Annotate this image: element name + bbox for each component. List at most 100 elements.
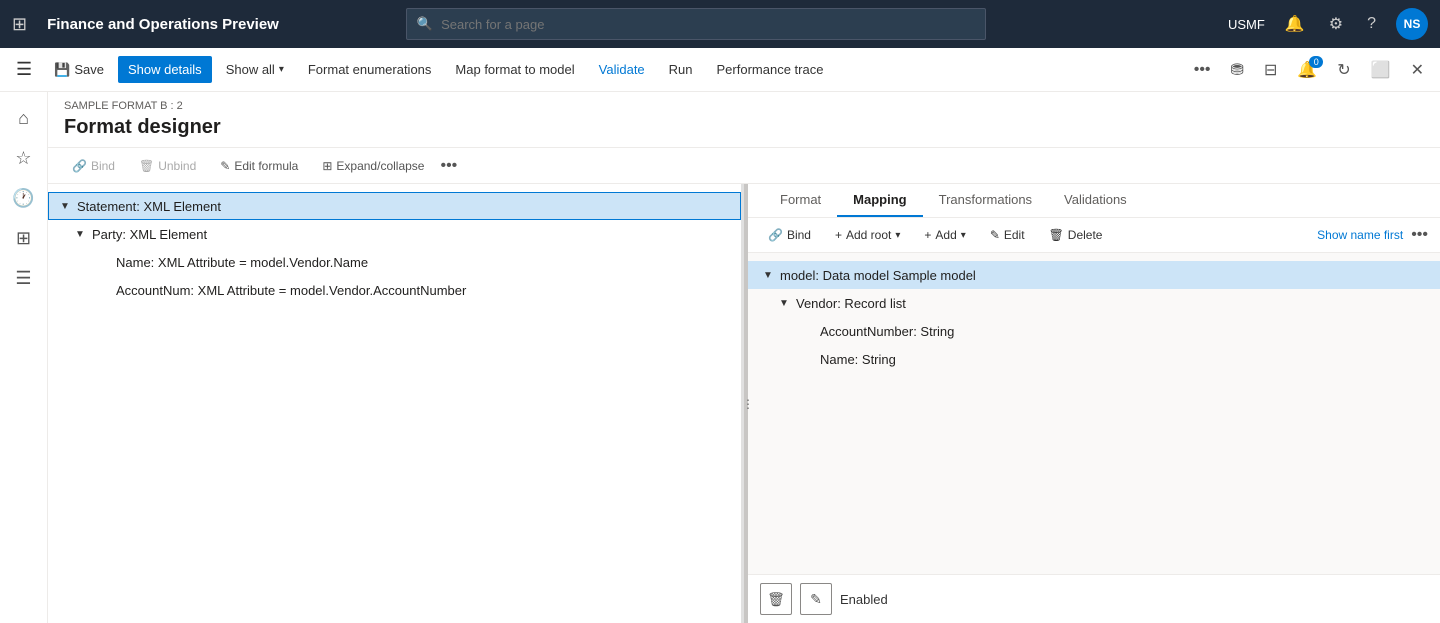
delete-button[interactable]: 🗑 Delete	[1041, 224, 1111, 246]
notification-count: 0	[1309, 56, 1323, 68]
delete-trash-icon: 🗑	[1049, 228, 1064, 242]
command-bar: ☰ 💾 Save Show details Show all ▾ Format …	[0, 48, 1440, 92]
open-new-button[interactable]: ⬜	[1363, 54, 1399, 86]
add-root-plus-icon: +	[835, 228, 842, 242]
tab-mapping[interactable]: Mapping	[837, 184, 922, 217]
app-title: Finance and Operations Preview	[47, 16, 279, 33]
enabled-label: Enabled	[840, 592, 888, 607]
close-button[interactable]: ✕	[1403, 54, 1432, 86]
page-header: SAMPLE FORMAT B : 2 Format designer	[48, 92, 1440, 148]
run-button[interactable]: Run	[659, 56, 703, 83]
search-icon: 🔍	[417, 16, 433, 32]
unbind-icon: 🗑	[139, 159, 154, 173]
designer-toolbar: 🔗 Bind 🗑 Unbind ✎ Edit formula ⊞ Expand/…	[48, 148, 1440, 184]
tab-transformations[interactable]: Transformations	[923, 184, 1048, 217]
show-name-first-button[interactable]: Show name first	[1317, 228, 1403, 242]
app-grid-icon[interactable]: ⊞	[12, 14, 27, 35]
model-node-vendor[interactable]: ▼ Vendor: Record list	[748, 289, 1440, 317]
edit-formula-button[interactable]: ✎ Edit formula	[212, 155, 306, 177]
bottom-delete-button[interactable]: 🗑	[760, 583, 792, 615]
tree-node-statement[interactable]: ▼ Statement: XML Element	[48, 192, 741, 220]
sidebar-item-list[interactable]: ☰	[6, 260, 42, 296]
edit-button[interactable]: ✎ Edit	[982, 224, 1033, 246]
party-label: Party: XML Element	[92, 227, 207, 242]
format-tree-pane: ▼ Statement: XML Element ▼ Party: XML El…	[48, 184, 744, 623]
save-icon: 💾	[54, 62, 70, 78]
hamburger-icon[interactable]: ☰	[8, 55, 40, 84]
map-format-to-model-button[interactable]: Map format to model	[445, 56, 584, 83]
mapping-bind-button[interactable]: 🔗 Bind	[760, 224, 819, 246]
content-area: SAMPLE FORMAT B : 2 Format designer 🔗 Bi…	[48, 92, 1440, 623]
show-details-button[interactable]: Show details	[118, 56, 212, 83]
mapping-more-button[interactable]: •••	[1411, 226, 1428, 244]
model-node-name[interactable]: ▶ Name: String	[748, 345, 1440, 373]
split-pane: ▼ Statement: XML Element ▼ Party: XML El…	[48, 184, 1440, 623]
save-button[interactable]: 💾 Save	[44, 56, 114, 84]
help-icon-button[interactable]: ?	[1363, 11, 1380, 37]
org-label: USMF	[1228, 17, 1265, 32]
statement-expand-icon[interactable]: ▼	[57, 198, 73, 214]
notification-badge-button[interactable]: 🔔 0	[1289, 54, 1325, 86]
sidebar-item-favorites[interactable]: ☆	[6, 140, 42, 176]
name-label: Name: XML Attribute = model.Vendor.Name	[116, 255, 368, 270]
mapping-toolbar: 🔗 Bind + Add root ▾ + Add ▾ ✎	[748, 218, 1440, 253]
settings-icon-button[interactable]: ⚙	[1325, 10, 1347, 38]
model-node-root[interactable]: ▼ model: Data model Sample model	[748, 261, 1440, 289]
tab-format[interactable]: Format	[764, 184, 837, 217]
bell-icon-button[interactable]: 🔔	[1281, 10, 1309, 38]
model-tree: ▼ model: Data model Sample model ▼ Vendo…	[748, 253, 1440, 574]
link-icon: 🔗	[72, 159, 87, 173]
model-root-expand-icon[interactable]: ▼	[760, 267, 776, 283]
edit-pencil-icon: ✎	[990, 228, 1000, 242]
main-layout: ⌂ ☆ 🕐 ⊞ ☰ SAMPLE FORMAT B : 2 Format des…	[0, 92, 1440, 623]
columns-button[interactable]: ⊟	[1256, 54, 1285, 86]
statement-label: Statement: XML Element	[77, 199, 221, 214]
tree-node-accountnum[interactable]: ▶ AccountNum: XML Attribute = model.Vend…	[48, 276, 741, 304]
bottom-edit-button[interactable]: ✎	[800, 583, 832, 615]
bottom-edit-icon: ✎	[810, 591, 822, 608]
format-enumerations-button[interactable]: Format enumerations	[298, 56, 442, 83]
refresh-button[interactable]: ↻	[1329, 54, 1358, 86]
toolbar-more-button[interactable]: •••	[440, 157, 457, 175]
party-expand-icon[interactable]: ▼	[72, 226, 88, 242]
sidebar-item-home[interactable]: ⌂	[6, 100, 42, 136]
accountnum-label: AccountNum: XML Attribute = model.Vendor…	[116, 283, 466, 298]
page-title: Format designer	[64, 116, 1424, 147]
command-bar-right-icons: ••• ⛃ ⊟ 🔔 0 ↻ ⬜ ✕	[1186, 54, 1432, 86]
expand-icon: ⊞	[322, 159, 332, 173]
show-all-button[interactable]: Show all ▾	[216, 56, 294, 83]
tree-node-party[interactable]: ▼ Party: XML Element	[48, 220, 741, 248]
more-options-button[interactable]: •••	[1186, 55, 1219, 85]
puzzle-button[interactable]: ⛃	[1223, 54, 1252, 86]
mapping-pane: Format Mapping Transformations Validatio…	[748, 184, 1440, 623]
model-node-accountnumber[interactable]: ▶ AccountNumber: String	[748, 317, 1440, 345]
sidebar-item-recent[interactable]: 🕐	[6, 180, 42, 216]
formula-icon: ✎	[220, 159, 230, 173]
expand-collapse-button[interactable]: ⊞ Expand/collapse	[314, 155, 432, 177]
show-details-label: Show details	[128, 62, 202, 77]
sidebar-item-workspaces[interactable]: ⊞	[6, 220, 42, 256]
search-bar[interactable]: 🔍	[406, 8, 986, 40]
bottom-bar: 🗑 ✎ Enabled	[748, 574, 1440, 623]
breadcrumb: SAMPLE FORMAT B : 2	[64, 100, 1424, 112]
vendor-label: Vendor: Record list	[796, 296, 906, 311]
mapping-link-icon: 🔗	[768, 228, 783, 242]
pane-splitter[interactable]	[744, 184, 748, 623]
left-sidebar: ⌂ ☆ 🕐 ⊞ ☰	[0, 92, 48, 623]
bottom-delete-icon: 🗑	[767, 591, 785, 608]
tree-node-name[interactable]: ▶ Name: XML Attribute = model.Vendor.Nam…	[48, 248, 741, 276]
unbind-button[interactable]: 🗑 Unbind	[131, 155, 204, 177]
show-all-chevron: ▾	[279, 64, 284, 75]
search-input[interactable]	[441, 17, 975, 32]
add-chevron: ▾	[961, 230, 966, 241]
add-root-button[interactable]: + Add root ▾	[827, 224, 908, 246]
tab-validations[interactable]: Validations	[1048, 184, 1143, 217]
nav-right: USMF 🔔 ⚙ ? NS	[1228, 8, 1428, 40]
validate-button[interactable]: Validate	[589, 56, 655, 83]
bind-button[interactable]: 🔗 Bind	[64, 155, 123, 177]
performance-trace-button[interactable]: Performance trace	[707, 56, 834, 83]
avatar[interactable]: NS	[1396, 8, 1428, 40]
vendor-expand-icon[interactable]: ▼	[776, 295, 792, 311]
add-button[interactable]: + Add ▾	[916, 224, 973, 246]
add-root-chevron: ▾	[895, 230, 900, 241]
